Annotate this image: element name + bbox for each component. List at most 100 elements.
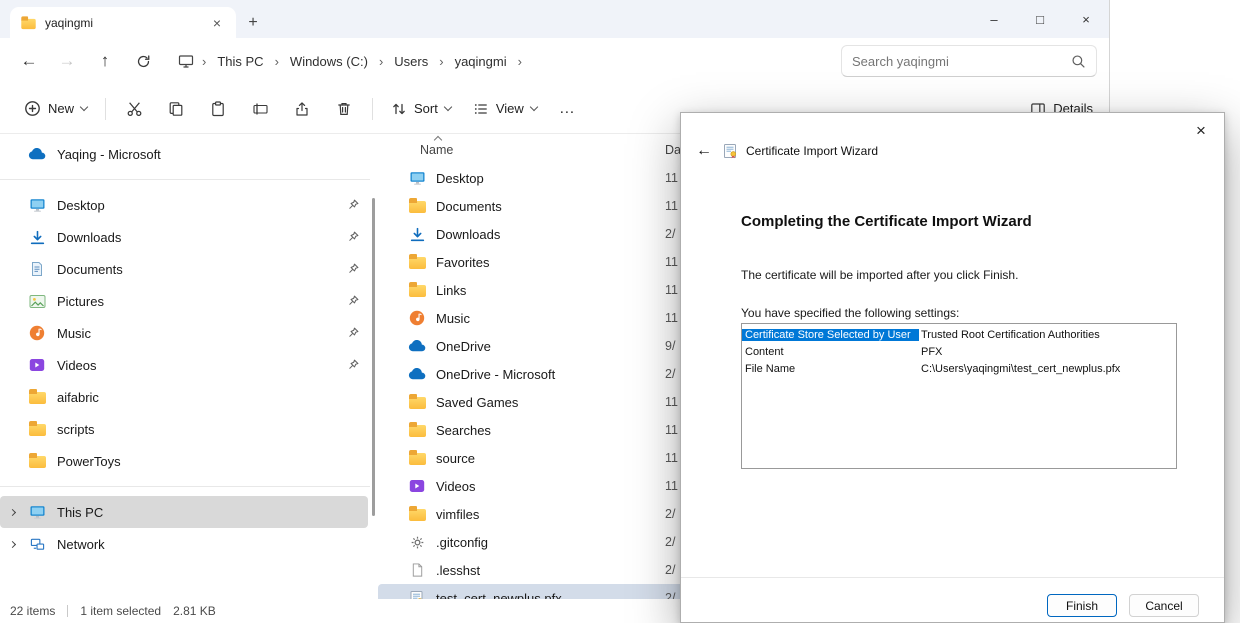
search-input[interactable]: Search yaqingmi [841, 45, 1097, 77]
tab-yaqingmi[interactable]: yaqingmi × [10, 7, 236, 38]
view-button[interactable]: View [463, 91, 547, 127]
copy-button[interactable] [156, 91, 196, 127]
settings-row-store[interactable]: Certificate Store Selected by User Trust… [742, 326, 1176, 343]
navigation-bar: ← → ↑ This PC Windows (C:) Users yaqingm… [0, 38, 1109, 84]
setting-key-selected: Certificate Store Selected by User [742, 329, 919, 341]
finish-button[interactable]: Finish [1047, 594, 1117, 617]
cut-button[interactable] [114, 91, 154, 127]
back-icon[interactable]: ← [12, 44, 46, 78]
wizard-header: ← Certificate Import Wizard [693, 140, 878, 162]
sidebar-item-onedrive[interactable]: Yaqing - Microsoft [0, 138, 370, 170]
folder-icon [408, 255, 426, 269]
dialog-close-icon[interactable]: × [1186, 118, 1216, 144]
rename-button[interactable] [240, 91, 280, 127]
sidebar-item-label: Music [57, 326, 91, 341]
cloud-icon [408, 368, 426, 380]
new-tab-button[interactable]: + [236, 7, 270, 38]
paste-button[interactable] [198, 91, 238, 127]
sidebar-item-scripts[interactable]: scripts [0, 413, 370, 445]
setting-key: Content [742, 346, 919, 358]
breadcrumb-users[interactable]: Users [387, 50, 435, 73]
file-date: 2/ [665, 535, 675, 549]
folder-icon [408, 395, 426, 409]
chevron-right-icon[interactable] [9, 540, 16, 547]
folder-icon [28, 390, 46, 404]
copy-icon [168, 101, 184, 117]
pin-icon [347, 326, 360, 339]
sidebar-item-powertoys[interactable]: PowerToys [0, 445, 370, 477]
chevron-right-icon[interactable] [9, 508, 16, 515]
sidebar-item-desktop[interactable]: Desktop [0, 189, 370, 221]
up-icon[interactable]: ↑ [88, 44, 122, 78]
sidebar-item-this-pc[interactable]: This PC [0, 496, 368, 528]
refresh-icon[interactable] [126, 44, 160, 78]
file-icon [408, 562, 426, 578]
sidebar-item-music[interactable]: Music [0, 317, 370, 349]
wizard-back-icon[interactable]: ← [693, 142, 715, 160]
network-icon [28, 537, 46, 552]
folder-icon [408, 423, 426, 437]
sort-button[interactable]: Sort [381, 91, 461, 127]
settings-row-content[interactable]: Content PFX [742, 343, 1176, 360]
this-pc-icon [28, 504, 46, 520]
sidebar-item-aifabric[interactable]: aifabric [0, 381, 370, 413]
share-button[interactable] [282, 91, 322, 127]
setting-value: Trusted Root Certification Authorities [919, 329, 1100, 341]
sidebar-item-videos[interactable]: Videos [0, 349, 370, 381]
settings-listbox[interactable]: Certificate Store Selected by User Trust… [741, 323, 1177, 469]
minimize-icon[interactable]: – [971, 0, 1017, 38]
delete-button[interactable] [324, 91, 364, 127]
breadcrumb-separator-icon [515, 54, 525, 69]
selection-size: 2.81 KB [173, 604, 216, 618]
breadcrumb-separator-icon [272, 54, 282, 69]
more-options-button[interactable]: … [549, 91, 585, 127]
sidebar-item-label: Pictures [57, 294, 104, 309]
cancel-button[interactable]: Cancel [1129, 594, 1199, 617]
pictures-icon [28, 294, 46, 309]
wizard-settings-caption: You have specified the following setting… [741, 306, 959, 320]
sidebar-item-label: PowerToys [57, 454, 121, 469]
file-date: 2/ [665, 507, 675, 521]
breadcrumb-separator-icon [436, 54, 446, 69]
breadcrumb-this-pc[interactable]: This PC [210, 50, 270, 73]
dialog-buttons: Finish Cancel [1047, 594, 1199, 617]
sidebar-item-downloads[interactable]: Downloads [0, 221, 370, 253]
folder-icon [408, 199, 426, 213]
chevron-down-icon [444, 102, 452, 110]
sidebar-item-label: scripts [57, 422, 95, 437]
file-name: Desktop [436, 171, 484, 186]
maximize-icon[interactable]: □ [1017, 0, 1063, 38]
sidebar-item-network[interactable]: Network [0, 528, 370, 560]
forward-icon[interactable]: → [50, 44, 84, 78]
chevron-down-icon [80, 102, 88, 110]
folder-icon [21, 18, 35, 28]
sidebar-item-label: Videos [57, 358, 97, 373]
file-name: Saved Games [436, 395, 518, 410]
sidebar-item-label: Downloads [57, 230, 121, 245]
column-header-date[interactable]: Da [665, 143, 681, 157]
dialog-footer-divider [681, 577, 1224, 578]
folder-icon [408, 451, 426, 465]
setting-value: C:\Users\yaqingmi\test_cert_newplus.pfx [919, 363, 1120, 375]
column-header-name[interactable]: Name [420, 143, 453, 157]
breadcrumb-yaqingmi[interactable]: yaqingmi [448, 50, 514, 73]
file-name: OneDrive - Microsoft [436, 367, 555, 382]
file-name: Documents [436, 199, 502, 214]
view-button-label: View [496, 101, 524, 116]
sidebar-item-pictures[interactable]: Pictures [0, 285, 370, 317]
selection-count: 1 item selected [80, 604, 161, 618]
breadcrumb-windows-c[interactable]: Windows (C:) [283, 50, 375, 73]
tab-close-icon[interactable]: × [208, 15, 226, 31]
new-button[interactable]: New [14, 91, 97, 127]
breadcrumb: This PC Windows (C:) Users yaqingmi [174, 50, 525, 73]
wizard-description: The certificate will be imported after y… [741, 268, 1018, 282]
scrollbar-thumb[interactable] [372, 198, 375, 516]
sidebar-item-documents[interactable]: Documents [0, 253, 370, 285]
close-icon[interactable]: × [1063, 0, 1109, 38]
settings-row-filename[interactable]: File Name C:\Users\yaqingmi\test_cert_ne… [742, 360, 1176, 377]
file-date: 11 [665, 283, 678, 297]
folder-icon [28, 422, 46, 436]
sidebar-scrollbar[interactable] [370, 134, 378, 599]
this-pc-icon[interactable] [174, 53, 198, 69]
desktop-icon [28, 197, 46, 213]
